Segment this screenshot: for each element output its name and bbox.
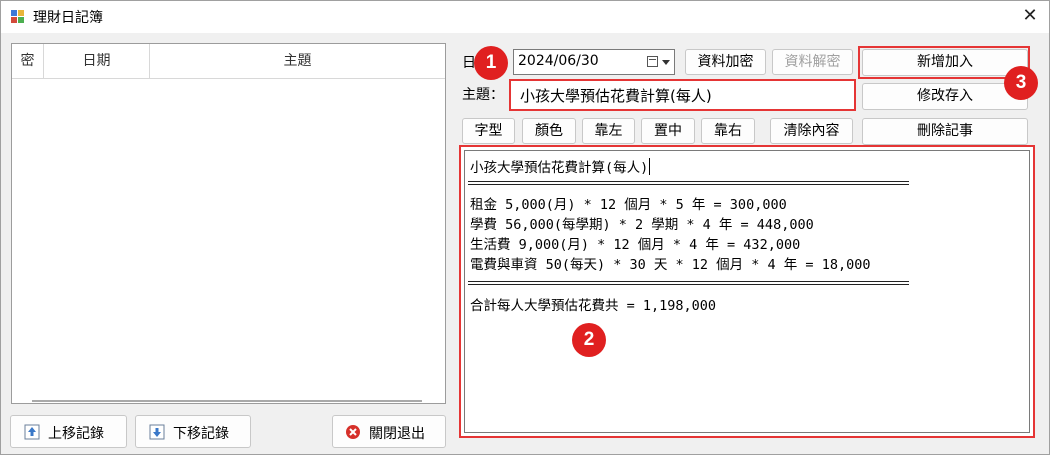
date-picker[interactable]: 2024/06/30: [513, 49, 675, 75]
move-up-button[interactable]: 上移記錄: [10, 415, 127, 448]
editor-line: 生活費 9,000(月) * 12 個月 * 4 年 = 432,000: [470, 237, 801, 253]
encrypt-button[interactable]: 資料加密: [685, 49, 766, 75]
annotation-badge: 1: [474, 46, 508, 80]
subject-value: 小孩大學預估花費計算(每人): [520, 87, 712, 105]
move-up-label: 上移記錄: [48, 426, 104, 442]
column-header-date[interactable]: 日期: [44, 44, 150, 78]
column-header-subject[interactable]: 主題: [150, 44, 445, 78]
editor-title-line: 小孩大學預估花費計算(每人): [470, 158, 651, 176]
move-up-icon: [24, 424, 40, 440]
move-down-icon: [149, 424, 165, 440]
subject-label: 主題：: [462, 87, 504, 103]
divider: [468, 184, 909, 185]
app-window: 理財日記簿 ✕ 密 日期 主題 上移記錄 下移記錄 關閉退出 日期: [0, 0, 1050, 455]
note-editor[interactable]: 小孩大學預估花費計算(每人) 租金 5,000(月) * 12 個月 * 5 年…: [464, 150, 1030, 433]
title-bar: 理財日記簿 ✕: [1, 1, 1049, 33]
move-down-button[interactable]: 下移記錄: [135, 415, 251, 448]
modify-save-button[interactable]: 修改存入: [862, 83, 1028, 110]
app-icon: [11, 10, 25, 24]
clear-content-button[interactable]: 清除內容: [770, 118, 853, 144]
divider: [468, 181, 909, 182]
column-header-locked[interactable]: 密: [12, 44, 44, 78]
close-icon[interactable]: ✕: [1019, 5, 1041, 27]
grid-header: 密 日期 主題: [12, 44, 445, 79]
date-value: 2024/06/30: [518, 53, 599, 69]
divider: [468, 284, 909, 285]
annotation-badge: 2: [572, 323, 606, 357]
horizontal-scrollbar[interactable]: [32, 400, 422, 402]
align-center-button[interactable]: 置中: [641, 118, 695, 144]
close-exit-button[interactable]: 關閉退出: [332, 415, 446, 448]
font-button[interactable]: 字型: [462, 118, 515, 144]
align-left-button[interactable]: 靠左: [582, 118, 635, 144]
move-down-label: 下移記錄: [173, 426, 229, 442]
window-title: 理財日記簿: [33, 10, 103, 26]
subject-field[interactable]: 小孩大學預估花費計算(每人): [509, 79, 856, 111]
align-right-button[interactable]: 靠右: [701, 118, 755, 144]
delete-button[interactable]: 刪除記事: [862, 118, 1028, 145]
color-button[interactable]: 顏色: [522, 118, 576, 144]
text-caret: [649, 158, 651, 175]
editor-total-line: 合計每人大學預估花費共 = 1,198,000: [470, 298, 717, 314]
editor-line: 學費 56,000(每學期) * 2 學期 * 4 年 = 448,000: [470, 217, 814, 233]
editor-line: 電費與車資 50(每天) * 30 天 * 12 個月 * 4 年 = 18,0…: [470, 257, 871, 273]
cancel-icon: [346, 425, 360, 439]
add-button-highlight: [858, 46, 1030, 79]
calendar-icon[interactable]: [647, 56, 658, 67]
chevron-down-icon[interactable]: [662, 60, 670, 65]
records-grid[interactable]: 密 日期 主題: [11, 43, 446, 404]
close-exit-label: 關閉退出: [369, 426, 425, 442]
annotation-badge: 3: [1004, 66, 1038, 100]
editor-highlight: 小孩大學預估花費計算(每人) 租金 5,000(月) * 12 個月 * 5 年…: [459, 145, 1035, 438]
editor-line: 租金 5,000(月) * 12 個月 * 5 年 = 300,000: [470, 197, 787, 213]
divider: [468, 281, 909, 282]
decrypt-button[interactable]: 資料解密: [772, 49, 853, 75]
